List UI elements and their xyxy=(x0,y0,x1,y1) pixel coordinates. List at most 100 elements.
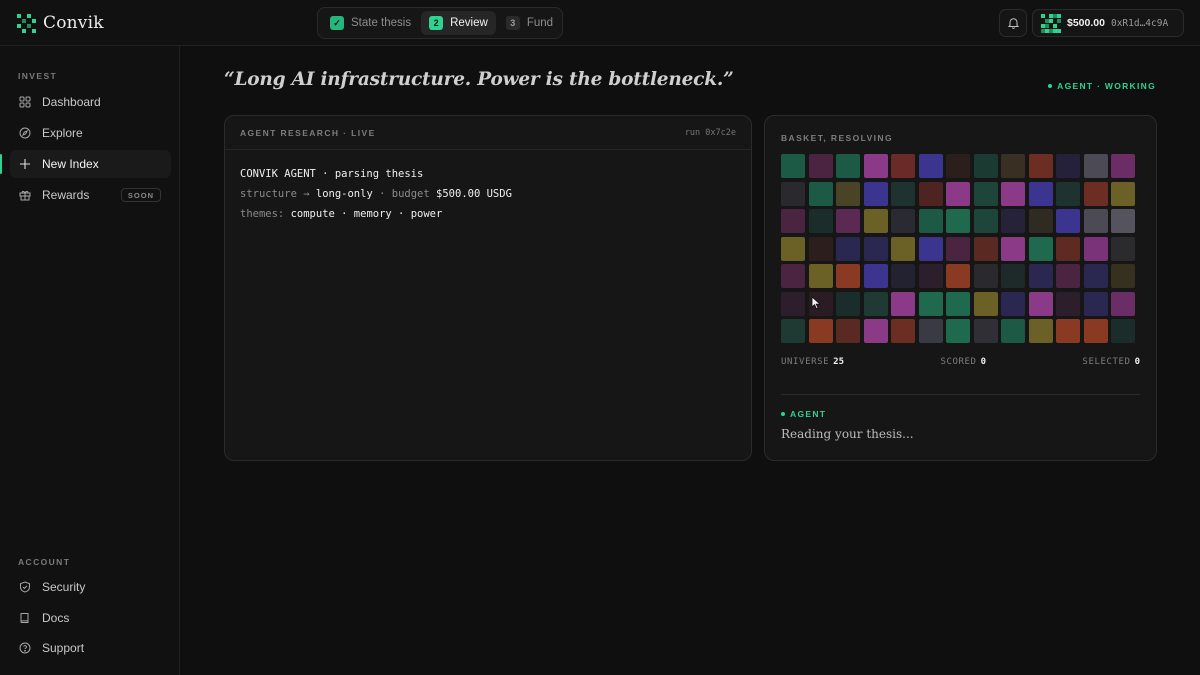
step-label: State thesis xyxy=(351,17,412,29)
divider xyxy=(781,394,1140,395)
log-separator: · xyxy=(379,188,386,200)
basket-tile xyxy=(1083,291,1108,316)
check-icon: ✓ xyxy=(330,16,344,30)
research-log: CONVIK AGENT · parsing thesis structure … xyxy=(225,150,751,238)
research-title: AGENT RESEARCH · LIVE xyxy=(240,127,376,138)
flow-stepper: ✓ State thesis 2 Review 3 Fund xyxy=(317,7,563,39)
basket-tile xyxy=(1001,154,1025,178)
basket-tile xyxy=(1028,291,1053,316)
basket-tile xyxy=(946,209,970,233)
basket-tile xyxy=(973,291,998,316)
sidebar-item-support[interactable]: Support xyxy=(10,634,171,662)
top-bar: Convik ✓ State thesis 2 Review 3 Fund $5… xyxy=(0,0,1200,46)
basket-tile xyxy=(808,181,833,206)
basket-tile xyxy=(1111,264,1135,288)
wallet-balance: $500.00 xyxy=(1067,17,1105,29)
sidebar-item-new-index[interactable]: New Index xyxy=(10,150,171,178)
basket-tile xyxy=(836,209,860,233)
log-line: CONVIK AGENT · parsing thesis xyxy=(240,168,424,180)
step-number: 3 xyxy=(505,16,520,30)
shield-icon xyxy=(18,580,32,594)
basket-tile xyxy=(1083,319,1108,343)
convik-logo-icon xyxy=(17,14,36,33)
sidebar-item-docs[interactable]: Docs xyxy=(10,604,171,632)
stat-selected: SELECTED 0 xyxy=(1082,357,1140,367)
basket-tile xyxy=(1028,181,1053,206)
sidebar-item-label: Dashboard xyxy=(42,95,101,109)
basket-tile xyxy=(1056,209,1080,233)
basket-tile xyxy=(1083,209,1108,233)
brand[interactable]: Convik xyxy=(17,12,104,34)
basket-tile xyxy=(863,264,888,288)
basket-tile xyxy=(863,154,888,178)
wallet-button[interactable]: $500.00 0xR1d…4c9A xyxy=(1032,9,1184,37)
agent-message: Reading your thesis... xyxy=(781,427,914,441)
basket-tile xyxy=(863,181,888,206)
basket-tile xyxy=(808,319,833,343)
basket-tile xyxy=(918,181,943,206)
research-header: AGENT RESEARCH · LIVE run 0x7c2e xyxy=(225,116,751,150)
compass-icon xyxy=(18,126,32,140)
step-state-thesis[interactable]: ✓ State thesis xyxy=(322,11,419,35)
basket-tile xyxy=(836,319,860,343)
sidebar-item-rewards[interactable]: Rewards SOON xyxy=(10,181,171,209)
run-id: run 0x7c2e xyxy=(684,127,736,138)
sidebar-item-explore[interactable]: Explore xyxy=(10,119,171,147)
basket-tile xyxy=(781,264,805,288)
sidebar-item-label: Docs xyxy=(42,611,70,625)
agent-label: AGENT xyxy=(781,409,826,419)
basket-tile xyxy=(891,264,915,288)
basket-tile xyxy=(918,319,943,343)
basket-tile xyxy=(1028,264,1053,288)
basket-tile xyxy=(781,154,805,178)
basket-title: BASKET, RESOLVING xyxy=(781,133,893,143)
basket-tile xyxy=(781,236,805,261)
basket-tile xyxy=(973,181,998,206)
basket-tile xyxy=(836,154,860,178)
agent-research-panel: AGENT RESEARCH · LIVE run 0x7c2e CONVIK … xyxy=(224,115,752,461)
agent-status-text: AGENT · WORKING xyxy=(1057,81,1156,91)
basket-tile xyxy=(1028,319,1053,343)
basket-panel: BASKET, RESOLVING UNIVERSE 25 SCORED 0 SEL… xyxy=(764,115,1157,461)
basket-tile xyxy=(1028,154,1053,178)
gift-icon xyxy=(18,188,32,202)
mouse-cursor-icon xyxy=(811,296,822,310)
plus-icon xyxy=(18,157,32,171)
step-number: 2 xyxy=(429,16,444,30)
basket-stats: UNIVERSE 25 SCORED 0 SELECTED 0 xyxy=(781,357,1140,367)
basket-tile xyxy=(1028,209,1053,233)
basket-tile xyxy=(946,181,970,206)
basket-tile xyxy=(1056,181,1080,206)
basket-tile xyxy=(781,319,805,343)
basket-tile xyxy=(918,209,943,233)
basket-tile xyxy=(1001,264,1025,288)
soon-badge: SOON xyxy=(120,188,161,202)
basket-tile xyxy=(836,236,860,261)
section-label-invest: INVEST xyxy=(18,71,58,81)
basket-tile xyxy=(863,236,888,261)
step-review[interactable]: 2 Review xyxy=(421,11,496,35)
basket-tile xyxy=(1001,181,1025,206)
grid-icon xyxy=(18,95,32,109)
basket-tile xyxy=(1056,291,1080,316)
basket-tile xyxy=(946,154,970,178)
basket-tile xyxy=(1111,291,1135,316)
basket-tile xyxy=(1056,236,1080,261)
sidebar-item-dashboard[interactable]: Dashboard xyxy=(10,88,171,116)
step-fund[interactable]: 3 Fund xyxy=(498,11,561,35)
stat-label: SELECTED xyxy=(1082,357,1131,367)
basket-tile xyxy=(1083,236,1108,261)
basket-tile xyxy=(1001,209,1025,233)
sidebar-item-label: Support xyxy=(42,641,85,655)
sidebar-item-security[interactable]: Security xyxy=(10,573,171,601)
basket-tile xyxy=(808,154,833,178)
status-dot-icon xyxy=(781,412,785,416)
basket-tile xyxy=(808,264,833,288)
wallet-address: 0xR1d…4c9A xyxy=(1110,17,1169,29)
sidebar: INVEST Dashboard Explore New Index Rewar… xyxy=(0,46,180,675)
notifications-button[interactable] xyxy=(999,9,1027,37)
basket-tile xyxy=(918,291,943,316)
basket-tile xyxy=(918,154,943,178)
basket-tile xyxy=(1001,236,1025,261)
basket-tile xyxy=(973,319,998,343)
